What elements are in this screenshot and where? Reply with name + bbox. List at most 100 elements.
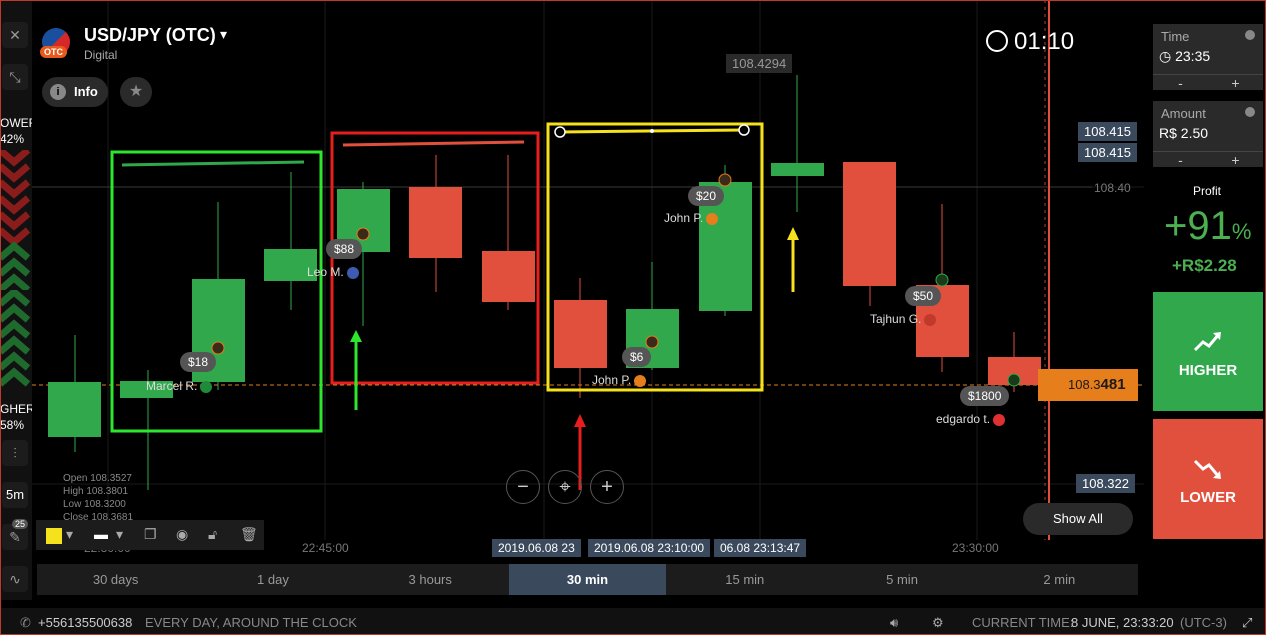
- amount-minus-button[interactable]: -: [1153, 151, 1208, 168]
- time-label: 22:45:00: [302, 541, 349, 555]
- color-swatch[interactable]: [46, 528, 62, 544]
- zoom-in-button[interactable]: +: [590, 470, 624, 504]
- left-toolbar: ✕ ⤡ OWER 42% GHER 58% ⫶ 5m ✎ 25 ∿: [0, 0, 37, 600]
- low-price-badge: 108.322: [1076, 474, 1135, 493]
- green-arrow: [350, 330, 362, 410]
- time-badge: 2019.06.08 23: [492, 539, 581, 557]
- copy-icon[interactable]: ❐: [144, 526, 157, 543]
- drawing-toolbar: ▾ ▬ ▾ ❐ ◉ 🔓︎ 🗑︎: [36, 520, 264, 550]
- trade-amount: $1800: [960, 386, 1010, 406]
- volume-icon[interactable]: 🔊︎: [890, 615, 898, 631]
- support-slogan: EVERY DAY, AROUND THE CLOCK: [145, 615, 357, 630]
- price-badge-b: 108.415: [1078, 143, 1137, 162]
- trader-name: John P.: [664, 211, 719, 225]
- tf-30-days[interactable]: 30 days: [37, 564, 194, 595]
- amount-value[interactable]: R$ 2.50: [1159, 125, 1208, 141]
- tf-2-min[interactable]: 2 min: [981, 564, 1138, 595]
- candle: [554, 300, 607, 368]
- candle: [771, 163, 824, 176]
- tf-30-min[interactable]: 30 min: [508, 564, 667, 595]
- price-line-label: 108.40: [1094, 181, 1131, 195]
- higher-button[interactable]: HIGHER: [1153, 292, 1263, 411]
- price-chart[interactable]: [32, 0, 1144, 560]
- time-badge: 06.08 23:13:47: [714, 539, 807, 557]
- help-icon[interactable]: [1245, 107, 1255, 117]
- profit-amount: +R$2.28: [1172, 256, 1237, 275]
- timeframe-button[interactable]: 5m: [2, 482, 28, 508]
- chevron-down-icon[interactable]: ▾: [220, 26, 227, 43]
- candle: [482, 251, 535, 302]
- chart-canvas: [32, 0, 1144, 540]
- trend-down-icon: [1193, 459, 1221, 479]
- time-badge: 2019.06.08 23:10:00: [588, 539, 711, 557]
- footer: ✆ +556135500638 EVERY DAY, AROUND THE CL…: [0, 608, 1266, 635]
- amount-selector[interactable]: Amount R$ 2.50 - +: [1153, 101, 1263, 168]
- drawings-count-badge: 25: [12, 519, 29, 529]
- trade-amount: $88: [326, 239, 363, 259]
- tf-15-min[interactable]: 15 min: [666, 564, 823, 595]
- crosshair-icon[interactable]: ⌖: [548, 470, 582, 504]
- star-icon[interactable]: ★: [120, 77, 152, 107]
- candle: [843, 162, 896, 286]
- stopwatch-icon: [986, 30, 1008, 52]
- trade-amount: $50: [905, 286, 942, 306]
- trader-name: Marcel R.: [146, 379, 213, 393]
- current-price-badge: 108.3481: [1038, 369, 1138, 401]
- expiry-timer: 01:10: [1014, 28, 1075, 55]
- line-width-icon[interactable]: ▬: [94, 526, 108, 542]
- eye-icon[interactable]: ◉: [176, 526, 188, 543]
- tf-3-hours[interactable]: 3 hours: [352, 564, 509, 595]
- trader-name: Tajhun G.: [870, 312, 937, 326]
- price-badge-a: 108.415: [1078, 122, 1137, 141]
- lower-button[interactable]: LOWER: [1153, 419, 1263, 539]
- time-selector[interactable]: Time ◷ 23:35 - +: [1153, 24, 1263, 91]
- asset-type: Digital: [84, 48, 118, 62]
- amount-plus-button[interactable]: +: [1208, 151, 1263, 168]
- profit-label: Profit: [1193, 184, 1222, 198]
- profit-percent: +91%: [1164, 204, 1252, 248]
- help-icon[interactable]: [1245, 30, 1255, 40]
- trader-name: edgardo t.: [936, 412, 1006, 426]
- high-price-badge: 108.4294: [726, 54, 793, 73]
- info-icon: i: [50, 84, 66, 100]
- indicator-icon[interactable]: ∿: [2, 566, 28, 592]
- support-phone[interactable]: +556135500638: [38, 615, 132, 630]
- otc-badge: OTC: [40, 46, 67, 58]
- time-value: ◷ 23:35: [1159, 48, 1211, 64]
- lock-icon[interactable]: 🔓︎: [208, 526, 217, 543]
- phone-icon: ✆: [20, 615, 31, 630]
- trash-icon[interactable]: 🗑︎: [240, 526, 258, 543]
- tf-5-min[interactable]: 5 min: [823, 564, 980, 595]
- candle: [409, 187, 462, 258]
- zoom-out-button[interactable]: −: [506, 470, 540, 504]
- higher-sentiment-label: GHER: [0, 402, 35, 416]
- time-minus-button[interactable]: -: [1153, 74, 1208, 91]
- collapse-icon[interactable]: ⤡: [2, 64, 28, 90]
- tf-1-day[interactable]: 1 day: [194, 564, 351, 595]
- higher-sentiment-pct: 58%: [0, 418, 25, 432]
- time-label: 23:30:00: [952, 541, 999, 555]
- trader-name: Leo M.: [307, 265, 359, 279]
- current-time: 8 JUNE, 23:33:20: [1071, 615, 1174, 630]
- close-icon[interactable]: ✕: [2, 22, 28, 48]
- gear-icon[interactable]: ⚙: [932, 615, 944, 631]
- fullscreen-icon[interactable]: ⤢: [1242, 615, 1252, 631]
- candles-icon[interactable]: ⫶: [2, 440, 28, 466]
- yellow-arrow: [787, 227, 799, 292]
- chevron-down-icon[interactable]: ▾: [66, 526, 73, 543]
- current-time-label: CURRENT TIME:: [972, 615, 1074, 630]
- trade-amount: $18: [180, 352, 217, 372]
- lower-sentiment-pct: 42%: [0, 132, 25, 146]
- timeframe-bar: 30 days 1 day 3 hours 30 min 15 min 5 mi…: [37, 564, 1138, 595]
- asset-selector[interactable]: USD/JPY (OTC): [84, 25, 216, 46]
- ohlc-readout: Open 108.3527 High 108.3801 Low 108.3200…: [63, 473, 134, 523]
- trade-amount: $6: [622, 347, 652, 367]
- chevron-down-icon[interactable]: ▾: [116, 526, 123, 543]
- trader-name: John P.: [592, 373, 647, 387]
- show-all-button[interactable]: Show All: [1023, 503, 1133, 535]
- timezone: (UTC-3): [1180, 615, 1227, 630]
- sentiment-chevrons-red: [0, 150, 30, 290]
- candle: [48, 382, 101, 437]
- trend-up-icon: [1193, 332, 1221, 352]
- time-plus-button[interactable]: +: [1208, 74, 1263, 91]
